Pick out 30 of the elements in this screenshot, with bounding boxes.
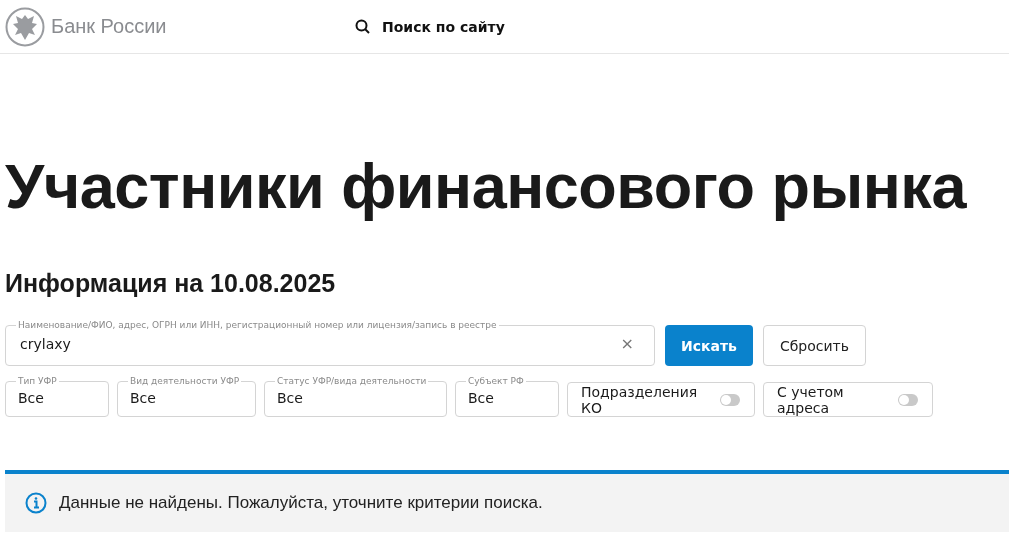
info-icon [25, 492, 47, 514]
field-label: Субъект РФ [467, 376, 525, 386]
select-field[interactable]: Тип УФР Все [5, 376, 109, 417]
select-field[interactable]: Статус УФР/вида деятельности Все [264, 376, 447, 417]
select-value: Все [468, 390, 494, 406]
toggle-switch[interactable] [898, 393, 918, 406]
select-value: Все [130, 390, 156, 406]
toggle-label: С учетом адреса [777, 383, 845, 416]
toggle-label: Подразделения КО [581, 383, 699, 416]
field-label: Статус УФР/вида деятельности [276, 376, 428, 386]
toggle-switch[interactable] [720, 393, 740, 406]
page-title: Участники финансового рынка [5, 150, 968, 222]
search-button[interactable]: Искать [665, 325, 753, 366]
select-value: Все [277, 390, 303, 406]
info-date-heading: Информация на 10.08.2025 [5, 268, 337, 298]
toggle-control[interactable]: С учетом адреса [763, 382, 933, 417]
search-icon [355, 19, 370, 34]
search-field[interactable]: Наименование/ФИО, адрес, ОГРН или ИНН, регистрационный номер или лицензия/запись в реестре crylaxy × [5, 320, 655, 366]
field-label: Вид деятельности УФР [129, 376, 241, 386]
field-label: Тип УФР [17, 376, 58, 386]
select-value: Все [18, 390, 44, 406]
select-field[interactable]: Вид деятельности УФР Все [117, 376, 256, 417]
field-label: Наименование/ФИО, адрес, ОГРН или ИНН, регистрационный номер или лицензия/запись в реестре [17, 320, 498, 330]
select-field[interactable]: Субъект РФ Все [455, 376, 559, 417]
reset-button[interactable]: Сбросить [763, 325, 866, 366]
alert-message: Данные не найдены. Пожалуйста, уточните критерии поиска. [59, 493, 543, 513]
emblem-logo-icon[interactable] [5, 6, 45, 47]
toggle-control[interactable]: Подразделения КО [567, 382, 755, 417]
clear-button[interactable]: × [612, 334, 642, 353]
site-search-link[interactable]: Поиск по сайту [355, 18, 505, 35]
